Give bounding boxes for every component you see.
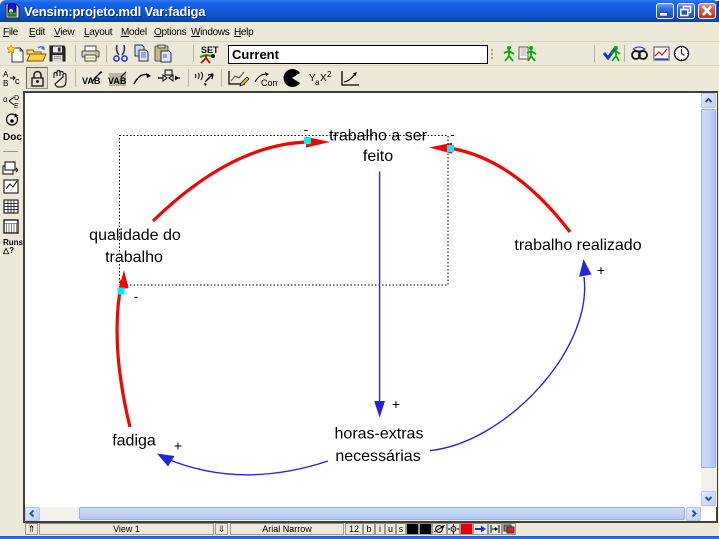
svg-text:trabalho: trabalho	[105, 249, 163, 266]
svg-text:B: B	[3, 79, 8, 88]
svg-text:trabalho a ser: trabalho a ser	[329, 128, 428, 145]
svg-text:qualidade do: qualidade do	[89, 227, 181, 244]
svg-text:D: D	[14, 95, 19, 102]
svg-text:fadiga: fadiga	[112, 433, 156, 450]
svg-text:α: α	[3, 95, 8, 104]
svg-text:c: c	[15, 76, 20, 86]
svg-text:+: +	[392, 396, 400, 412]
svg-text:+: +	[597, 262, 605, 278]
svg-text:trabalho realizado: trabalho realizado	[514, 237, 641, 254]
svg-text:2: 2	[327, 70, 332, 79]
svg-text:Com: Com	[261, 78, 278, 88]
svg-text:+: +	[174, 438, 182, 454]
svg-text:SET: SET	[201, 45, 219, 55]
svg-text:VAB: VAB	[82, 76, 101, 86]
svg-text:VAB: VAB	[108, 76, 127, 86]
svg-text:E: E	[14, 103, 19, 109]
svg-text:-: -	[450, 126, 455, 142]
svg-text:-: -	[134, 288, 139, 304]
svg-text:necessárias: necessárias	[335, 448, 420, 465]
svg-text:X: X	[320, 73, 327, 84]
svg-text:feito: feito	[363, 148, 393, 165]
svg-text:-: -	[304, 121, 309, 137]
svg-text:A: A	[3, 70, 9, 79]
svg-text:horas-extras: horas-extras	[335, 426, 424, 443]
